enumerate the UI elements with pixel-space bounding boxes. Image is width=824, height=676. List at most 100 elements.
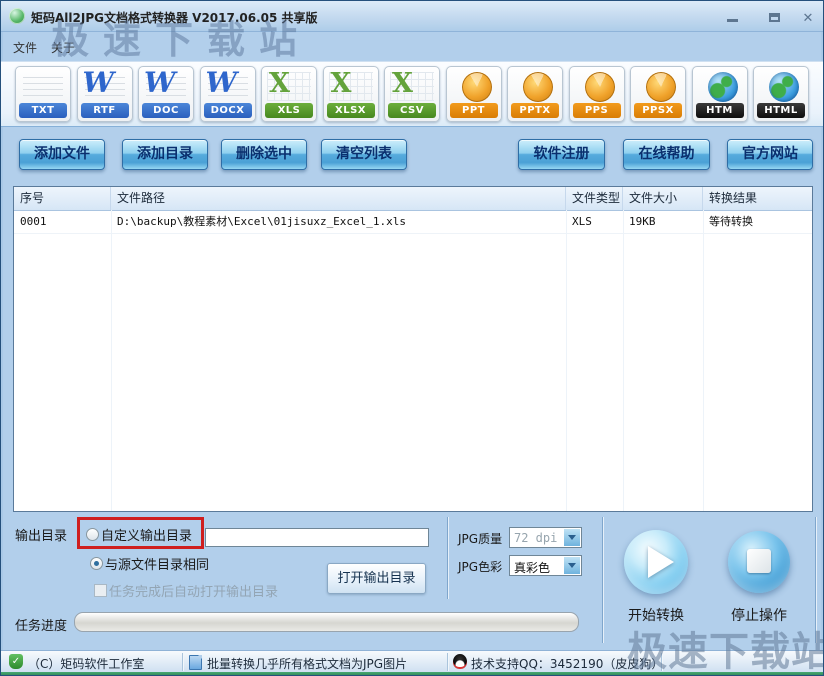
format-icon-htm: HTM — [692, 66, 748, 122]
jpg-quality-value: 72 dpi — [514, 531, 557, 545]
clear-list-button[interactable]: 清空列表 — [321, 139, 407, 170]
chevron-down-icon — [564, 529, 580, 546]
bottom-edge-strip — [1, 672, 823, 676]
format-icon-pptx: PPTX — [507, 66, 563, 122]
status-description: 批量转换几乎所有格式文档为JPG图片 — [207, 655, 407, 672]
jpg-color-select[interactable]: 真彩色 — [509, 555, 582, 576]
cell-path: D:\backup\教程素材\Excel\01jisuxz_Excel_1.xl… — [111, 211, 566, 233]
column-divider — [623, 210, 624, 511]
radio-custom-output-label[interactable]: 自定义输出目录 — [101, 525, 192, 544]
stop-operation-label: 停止操作 — [717, 605, 801, 625]
open-output-dir-button[interactable]: 打开输出目录 — [327, 563, 426, 594]
cell-type: XLS — [566, 211, 623, 233]
status-divider — [182, 653, 183, 671]
app-icon — [9, 8, 25, 24]
window-title: 矩码All2JPG文档格式转换器 V2017.06.05 共享版 — [31, 9, 318, 26]
excel-x-icon: X — [265, 70, 313, 103]
format-icon-docx: W DOCX — [200, 66, 256, 122]
format-icon-ppt: PPT — [446, 66, 502, 122]
format-icon-ppsx: PPSX — [630, 66, 686, 122]
jpg-quality-label: JPG质量 — [458, 530, 502, 547]
official-website-button[interactable]: 官方网站 — [727, 139, 813, 170]
section-divider — [602, 517, 603, 643]
checkbox-auto-open-output[interactable] — [94, 584, 107, 597]
jpg-color-value: 真彩色 — [514, 559, 550, 576]
powerpoint-pie-icon — [450, 70, 498, 103]
cell-index: 0001 — [14, 211, 111, 233]
jpg-color-label: JPG色彩 — [458, 558, 502, 575]
task-progress-label: 任务进度 — [15, 615, 67, 634]
window-titlebar: 矩码All2JPG文档格式转换器 V2017.06.05 共享版 ✕ — [1, 1, 823, 32]
add-files-button[interactable]: 添加文件 — [19, 139, 105, 170]
column-divider — [111, 210, 112, 511]
register-software-button[interactable]: 软件注册 — [518, 139, 605, 170]
cell-size: 19KB — [623, 211, 703, 233]
radio-same-as-source-label[interactable]: 与源文件目录相同 — [105, 554, 209, 573]
document-icon — [189, 655, 202, 670]
menu-item-file[interactable]: 文件 — [9, 37, 41, 58]
menu-bar: 文件 关于 — [1, 31, 823, 59]
maximize-button[interactable] — [761, 7, 787, 25]
globe-icon — [757, 70, 805, 103]
txt-page-icon — [19, 70, 67, 103]
format-icon-pps: PPS — [569, 66, 625, 122]
column-header-index[interactable]: 序号 — [14, 187, 111, 210]
format-icon-txt: TXT — [15, 66, 71, 122]
output-dir-label: 输出目录 — [15, 525, 67, 544]
column-divider — [566, 210, 567, 511]
format-icon-rtf: W RTF — [77, 66, 133, 122]
table-row[interactable]: 0001 D:\backup\教程素材\Excel\01jisuxz_Excel… — [14, 211, 812, 234]
cell-result: 等待转换 — [703, 211, 812, 233]
status-support-qq: 技术支持QQ：3452190（皮皮狗） — [471, 655, 663, 672]
qq-icon — [453, 654, 467, 669]
format-icon-doc: W DOC — [138, 66, 194, 122]
close-button[interactable]: ✕ — [795, 7, 821, 25]
format-icon-xls: X XLS — [261, 66, 317, 122]
shield-check-icon: ✓ — [9, 654, 23, 669]
status-divider — [447, 653, 448, 671]
add-directory-button[interactable]: 添加目录 — [122, 139, 208, 170]
section-divider — [447, 517, 448, 599]
section-divider — [815, 517, 816, 643]
minimize-icon — [727, 19, 738, 22]
format-icon-xlsx: X XLSX — [323, 66, 379, 122]
radio-same-as-source[interactable] — [90, 557, 103, 570]
app-window: 矩码All2JPG文档格式转换器 V2017.06.05 共享版 ✕ 文件 关于… — [0, 0, 824, 676]
menu-item-about[interactable]: 关于 — [47, 37, 79, 58]
format-icon-html: HTML — [753, 66, 809, 122]
word-w-icon: W — [204, 70, 252, 103]
minimize-button[interactable] — [719, 7, 745, 25]
start-conversion-button[interactable] — [624, 530, 688, 594]
column-divider — [703, 210, 704, 511]
table-header: 序号 文件路径 文件类型 文件大小 转换结果 — [14, 187, 812, 211]
powerpoint-pie-icon — [634, 70, 682, 103]
word-w-icon: W — [81, 70, 129, 103]
globe-icon — [696, 70, 744, 103]
start-conversion-label: 开始转换 — [614, 605, 698, 625]
chevron-down-icon — [564, 557, 580, 574]
file-list-table: 序号 文件路径 文件类型 文件大小 转换结果 0001 D:\backup\教程… — [13, 186, 813, 512]
excel-x-icon: X — [327, 70, 375, 103]
status-bar: ✓ （C）矩码软件工作室 批量转换几乎所有格式文档为JPG图片 技术支持QQ：3… — [1, 650, 823, 673]
column-header-size[interactable]: 文件大小 — [623, 187, 703, 210]
checkbox-auto-open-label: 任务完成后自动打开输出目录 — [109, 581, 278, 600]
supported-formats-strip: TXT W RTF W DOC W DOCX X XLS X XLSX X CS… — [1, 61, 823, 127]
stop-icon — [747, 549, 771, 573]
column-header-result[interactable]: 转换结果 — [703, 187, 812, 210]
close-icon: ✕ — [803, 10, 814, 28]
delete-selected-button[interactable]: 删除选中 — [221, 139, 307, 170]
play-icon — [648, 546, 674, 578]
powerpoint-pie-icon — [573, 70, 621, 103]
online-help-button[interactable]: 在线帮助 — [623, 139, 710, 170]
word-w-icon: W — [142, 70, 190, 103]
column-header-type[interactable]: 文件类型 — [566, 187, 623, 210]
excel-x-icon: X — [388, 70, 436, 103]
custom-output-path-input[interactable] — [205, 528, 429, 547]
status-copyright: （C）矩码软件工作室 — [28, 655, 144, 672]
jpg-quality-select[interactable]: 72 dpi — [509, 527, 582, 548]
maximize-icon — [769, 13, 780, 22]
stop-operation-button[interactable] — [728, 531, 790, 593]
powerpoint-pie-icon — [511, 70, 559, 103]
format-icon-csv: X CSV — [384, 66, 440, 122]
column-header-path[interactable]: 文件路径 — [111, 187, 566, 210]
